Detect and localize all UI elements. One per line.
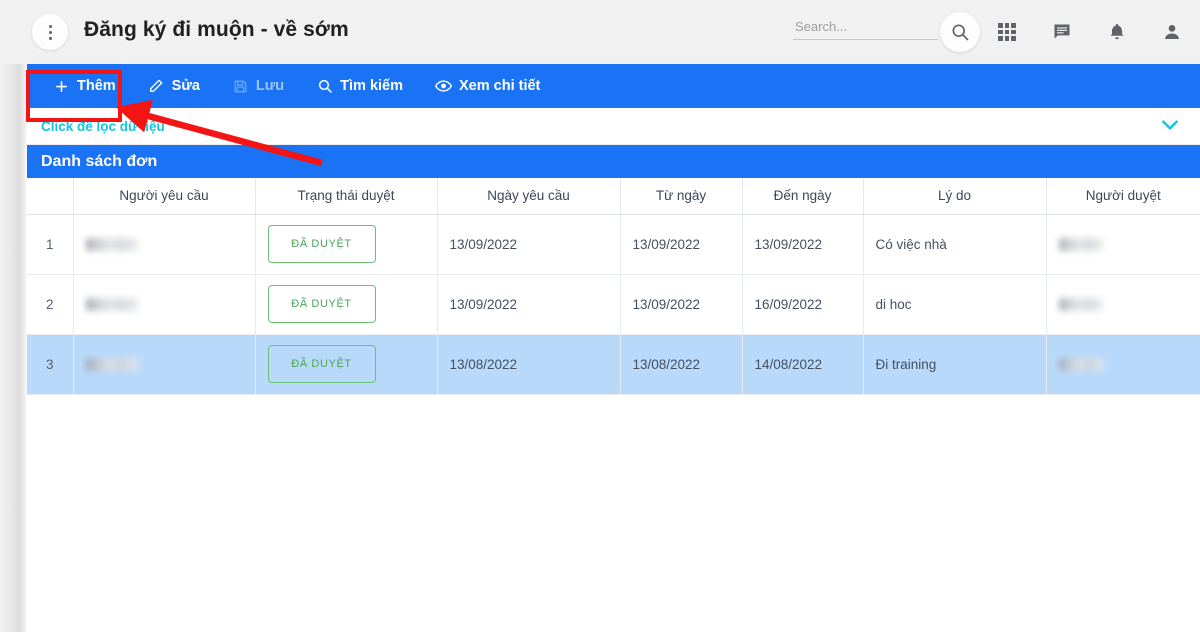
table-body: 1 ĐÃ DUYỆT 13/09/2022 13/09/2022 13/09/2… [27,214,1200,395]
user-icon [1165,25,1179,39]
toolbar-label-luu: Lưu [255,78,285,94]
toolbar-button-xem-chi-tiet[interactable]: Xem chi tiết [419,64,556,108]
cell-reason: Đi training [863,334,1047,395]
table-row[interactable]: 2 ĐÃ DUYỆT 13/09/2022 13/09/2022 16/09/2… [27,274,1200,335]
toolbar-button-them[interactable]: Thêm [37,64,132,108]
filter-link[interactable]: Click để lọc dữ liệu [41,119,165,134]
column-header-reason: Lý do [863,178,1047,215]
cell-approver [1046,334,1200,395]
toolbar-button-sua[interactable]: Sửa [132,64,216,108]
action-toolbar: Thêm Sửa Lưu Tìm kiếm Xem chi tiết [27,64,1200,108]
toolbar-label-sua: Sửa [171,78,200,94]
redacted-name [85,358,138,372]
application-window: Đăng ký đi muộn - về sớm Search... Thêm … [0,0,1200,632]
cell-status: ĐÃ DUYỆT [255,214,438,275]
apps-grid-icon [998,23,1016,41]
cell-reason: Có việc nhà [863,214,1047,275]
chevron-down-icon[interactable] [1160,118,1180,136]
top-header-bar: Đăng ký đi muộn - về sớm [0,0,1200,64]
save-floppy-icon [232,78,249,95]
table-row[interactable]: 1 ĐÃ DUYỆT 13/09/2022 13/09/2022 13/09/2… [27,214,1200,275]
cell-status: ĐÃ DUYỆT [255,274,438,335]
plus-icon [53,78,70,95]
toolbar-label-xem-chi-tiet: Xem chi tiết [459,78,541,94]
toolbar-button-tim-kiem[interactable]: Tìm kiếm [300,64,419,108]
table-row-selected[interactable]: 3 ĐÃ DUYỆT 13/08/2022 13/08/2022 14/08/2… [27,334,1200,395]
chat-icon [1054,24,1070,39]
bell-icon [1110,24,1124,40]
left-rail [0,0,27,632]
column-header-approver: Người duyệt [1046,178,1200,215]
page-title: Đăng ký đi muộn - về sớm [84,18,349,41]
search-input[interactable] [793,19,938,40]
section-header: Danh sách đơn [27,145,1200,178]
cell-request-date: 13/09/2022 [437,274,621,335]
cell-to-date: 13/09/2022 [742,214,864,275]
redacted-name [1058,238,1103,252]
column-header-to-date: Đến ngày [742,178,864,215]
row-index: 1 [27,214,74,275]
user-account-button[interactable] [1158,18,1186,46]
cell-approver [1046,274,1200,335]
column-header-index [27,178,74,215]
toolbar-button-luu[interactable]: Lưu [216,64,300,108]
redacted-name [1058,358,1103,372]
cell-requester [73,274,256,335]
column-header-from-date: Từ ngày [620,178,743,215]
redacted-name [85,298,138,312]
cell-approver [1046,214,1200,275]
search-icon [316,78,333,95]
chat-button[interactable] [1048,18,1076,46]
content-panel: Thêm Sửa Lưu Tìm kiếm Xem chi tiết Click… [27,64,1200,632]
filter-row[interactable]: Click để lọc dữ liệu [27,108,1200,145]
cell-from-date: 13/08/2022 [620,334,743,395]
cell-requester [73,334,256,395]
status-badge[interactable]: ĐÃ DUYỆT [267,285,376,323]
cell-request-date: 13/09/2022 [437,214,621,275]
cell-to-date: 14/08/2022 [742,334,864,395]
apps-grid-button[interactable] [993,18,1021,46]
redacted-name [85,238,138,252]
cell-to-date: 16/09/2022 [742,274,864,335]
eye-icon [435,78,452,95]
column-header-requester: Người yêu cầu [73,178,256,215]
pencil-icon [148,78,165,95]
orders-table: Người yêu cầu Trạng thái duyệt Ngày yêu … [27,178,1200,395]
search-button[interactable] [940,12,980,52]
cell-status: ĐÃ DUYỆT [255,334,438,395]
column-header-request-date: Ngày yêu cầu [437,178,621,215]
cell-requester [73,214,256,275]
cell-request-date: 13/08/2022 [437,334,621,395]
status-badge[interactable]: ĐÃ DUYỆT [267,345,376,383]
search-icon [952,24,969,41]
cell-from-date: 13/09/2022 [620,274,743,335]
column-header-status: Trạng thái duyệt [255,178,438,215]
kebab-menu-icon[interactable] [32,14,68,50]
cell-reason: di hoc [863,274,1047,335]
toolbar-label-them: Thêm [77,78,116,94]
row-index: 2 [27,274,74,335]
search-field-wrapper [793,18,938,44]
cell-from-date: 13/09/2022 [620,214,743,275]
status-badge[interactable]: ĐÃ DUYỆT [267,225,376,263]
toolbar-label-tim-kiem: Tìm kiếm [340,78,403,94]
table-header: Người yêu cầu Trạng thái duyệt Ngày yêu … [27,178,1200,215]
notifications-button[interactable] [1103,18,1131,46]
redacted-name [1058,298,1103,312]
section-title: Danh sách đơn [41,152,158,170]
row-index: 3 [27,334,74,395]
